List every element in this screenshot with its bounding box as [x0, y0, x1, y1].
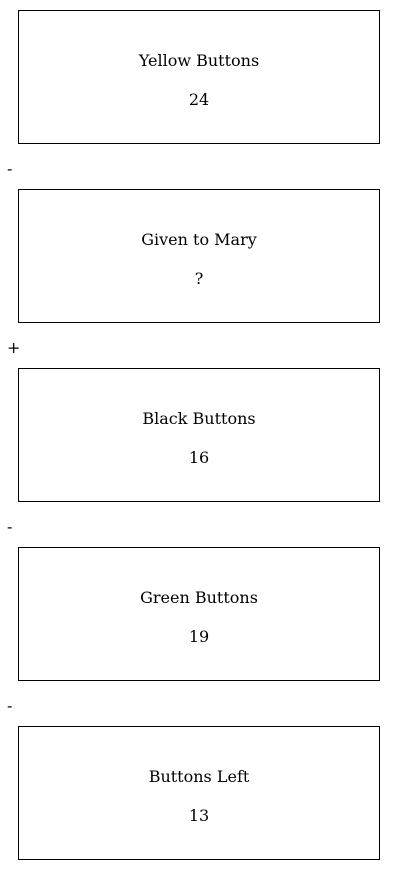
operator-minus: -	[7, 517, 13, 536]
step-box-yellow-buttons: Yellow Buttons 24	[18, 10, 380, 144]
step-box-buttons-left: Buttons Left 13	[18, 726, 380, 860]
step-label: Given to Mary	[141, 230, 257, 249]
step-value: 24	[188, 90, 210, 109]
step-label: Black Buttons	[142, 409, 256, 428]
step-label: Buttons Left	[148, 767, 250, 786]
operator-minus: -	[7, 696, 13, 715]
step-value: 16	[188, 448, 210, 467]
step-box-black-buttons: Black Buttons 16	[18, 368, 380, 502]
step-value: 13	[188, 806, 210, 825]
step-value: 19	[188, 627, 210, 646]
step-label: Yellow Buttons	[138, 51, 260, 70]
step-box-green-buttons: Green Buttons 19	[18, 547, 380, 681]
operator-plus: +	[7, 338, 21, 357]
step-label: Green Buttons	[140, 588, 258, 607]
step-value: ?	[194, 269, 204, 288]
operator-minus: -	[7, 159, 13, 178]
step-box-given-to-mary: Given to Mary ?	[18, 189, 380, 323]
